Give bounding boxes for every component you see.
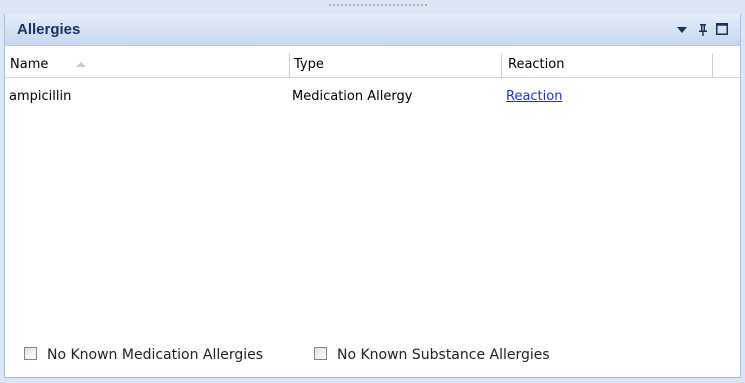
dropdown-arrow-icon[interactable]: [676, 23, 690, 37]
panel-title: Allergies: [17, 21, 81, 38]
column-header-name[interactable]: Name: [5, 53, 289, 77]
checkbox-box[interactable]: [314, 347, 327, 360]
column-header-type[interactable]: Type: [289, 53, 501, 77]
reaction-link[interactable]: Reaction: [506, 86, 562, 108]
panel-titlebar: Allergies: [5, 14, 740, 46]
column-header-type-label: Type: [294, 57, 324, 72]
column-header-reaction-label: Reaction: [508, 57, 565, 72]
table-row[interactable]: ampicillin Medication Allergy Reaction: [5, 86, 740, 108]
allergies-panel: Allergies Name Type Reaction ampicillin …: [4, 14, 741, 378]
allergies-grid-header: Name Type Reaction: [5, 53, 740, 78]
allergy-type-cell: Medication Allergy: [292, 89, 413, 104]
checkbox-label: No Known Substance Allergies: [337, 347, 550, 363]
column-header-reaction[interactable]: Reaction: [501, 53, 713, 77]
allergy-name-cell: ampicillin: [9, 89, 72, 104]
maximize-icon[interactable]: [716, 23, 730, 37]
column-header-name-label: Name: [10, 57, 49, 72]
drag-grip-handle[interactable]: [328, 3, 428, 7]
sort-ascending-icon: [76, 62, 86, 67]
allergies-window: Allergies Name Type Reaction ampicillin …: [0, 0, 745, 383]
pin-icon[interactable]: [698, 23, 712, 37]
checkbox-box[interactable]: [24, 347, 37, 360]
checkbox-label: No Known Medication Allergies: [47, 347, 264, 363]
